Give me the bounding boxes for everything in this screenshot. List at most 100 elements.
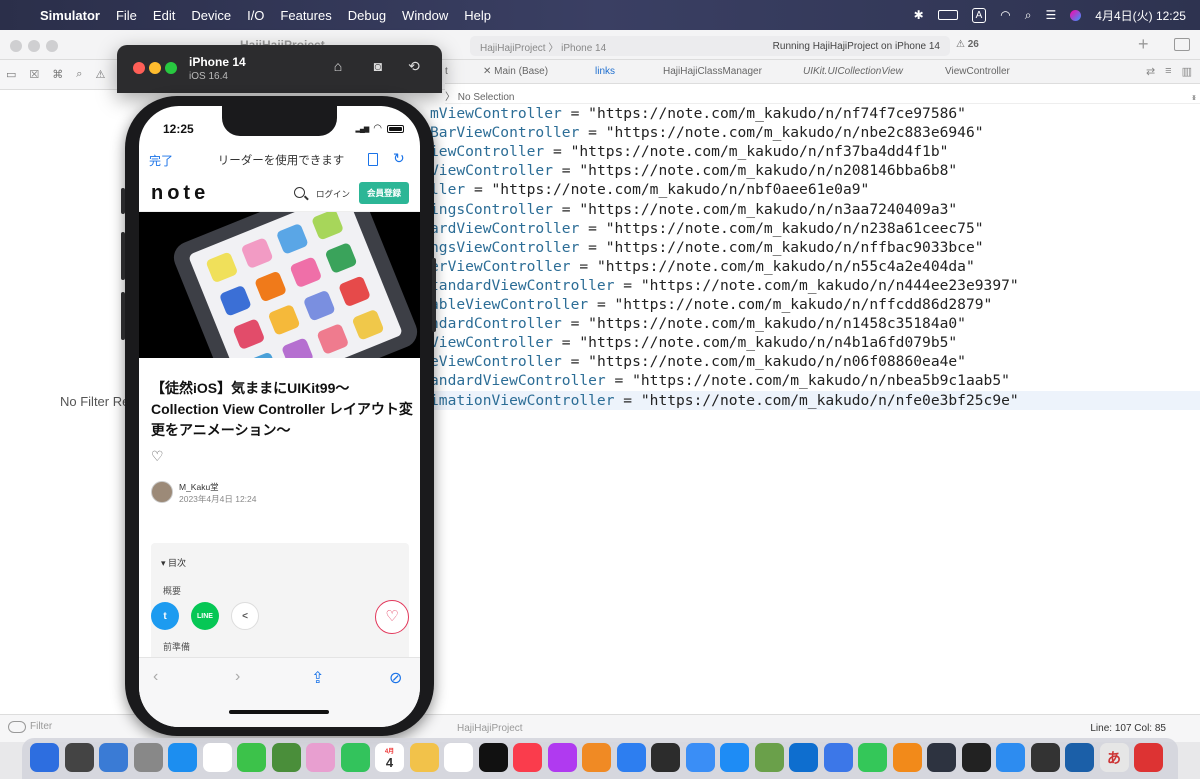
dock-app-icon[interactable] [685, 743, 715, 772]
close-simulator-button[interactable] [133, 62, 145, 74]
reader-icon[interactable] [368, 153, 378, 166]
signup-button[interactable]: 会員登録 [359, 182, 409, 204]
dock-app-icon[interactable] [547, 743, 577, 772]
like-heart-icon[interactable]: ♡ [151, 448, 164, 465]
code-line[interactable]: ableViewController = "https://note.com/m… [430, 295, 1200, 314]
warning-count[interactable]: ⚠ 26 [956, 39, 979, 50]
menu-io[interactable]: I/O [239, 8, 272, 23]
tab-uicollectionview[interactable]: UIKit.UICollectionView [803, 66, 903, 77]
dock-app-icon[interactable] [651, 743, 680, 772]
code-editor[interactable]: mViewController = "https://note.com/m_ka… [430, 104, 1200, 714]
code-line[interactable]: ller = "https://note.com/m_kakudo/n/nbf0… [430, 180, 1200, 199]
login-link[interactable]: ログイン [316, 188, 350, 200]
rotate-icon[interactable]: ⟲ [405, 58, 423, 76]
home-indicator[interactable] [229, 710, 329, 714]
author-avatar[interactable] [151, 481, 173, 503]
dock-app-icon[interactable] [789, 743, 818, 772]
dock-app-icon[interactable] [754, 743, 784, 772]
twitter-share-icon[interactable]: t [151, 602, 179, 630]
forward-icon[interactable]: › [235, 668, 240, 686]
menu-file[interactable]: File [108, 8, 145, 23]
side-button[interactable] [432, 258, 436, 332]
japanese-input-dock-icon[interactable]: あ [1099, 743, 1129, 772]
inspector-toggle-icon[interactable] [1174, 38, 1190, 51]
mute-switch[interactable] [121, 188, 125, 214]
dock-app-icon[interactable] [582, 743, 611, 772]
menu-help[interactable]: Help [456, 8, 499, 23]
dock-app-icon[interactable] [996, 743, 1025, 772]
note-logo[interactable]: note [151, 182, 209, 205]
tab-hajihaji-class-manager[interactable]: HajiHajiClassManager [663, 66, 762, 77]
menu-edit[interactable]: Edit [145, 8, 183, 23]
code-line[interactable]: erViewController = "https://note.com/m_k… [430, 257, 1200, 276]
add-library-icon[interactable]: + [1138, 34, 1149, 55]
dock-app-icon[interactable] [444, 743, 473, 772]
dock-app-icon[interactable] [133, 743, 163, 772]
zoom-window-button[interactable] [46, 40, 58, 52]
zoom-simulator-button[interactable] [165, 62, 177, 74]
dock-app-icon[interactable] [237, 743, 266, 772]
filter-input[interactable]: Filter [30, 721, 52, 732]
dock-app-icon[interactable] [168, 743, 197, 772]
volume-down-button[interactable] [121, 292, 125, 340]
volume-up-button[interactable] [121, 232, 125, 280]
code-line[interactable]: ardViewController = "https://note.com/m_… [430, 219, 1200, 238]
next-issue-icon[interactable]: › [1192, 90, 1196, 104]
author-name[interactable]: M_Kaku堂 [179, 481, 219, 493]
menu-app-name[interactable]: Simulator [34, 8, 108, 23]
minimize-simulator-button[interactable] [149, 62, 161, 74]
dock-app-icon[interactable] [961, 743, 991, 772]
code-line[interactable]: ViewController = "https://note.com/m_kak… [430, 161, 1200, 180]
share-icon[interactable]: < [231, 602, 259, 630]
tab-main-base[interactable]: ✕ Main (Base) [483, 66, 548, 77]
code-line[interactable]: ingsController = "https://note.com/m_kak… [430, 200, 1200, 219]
siri-icon[interactable] [1070, 9, 1082, 21]
reader-available-label[interactable]: リーダーを使用できます [211, 152, 351, 168]
home-icon[interactable]: ⌂ [329, 58, 347, 76]
share-sheet-icon[interactable]: ⇪ [311, 668, 324, 688]
toc-heading[interactable]: ▾ 目次 [161, 556, 186, 569]
code-line[interactable]: ngsViewController = "https://note.com/m_… [430, 238, 1200, 257]
screenshot-icon[interactable]: ◙ [369, 58, 387, 76]
dock-app-icon[interactable] [99, 743, 128, 772]
line-share-icon[interactable]: LINE [191, 602, 219, 630]
search-icon[interactable] [294, 187, 305, 198]
dock-app-icon[interactable] [513, 743, 542, 772]
dock-app-icon[interactable] [1065, 743, 1094, 772]
tab-links[interactable]: links [595, 66, 615, 77]
control-center-icon[interactable]: ☰ [1046, 8, 1057, 22]
dock-app-icon[interactable] [892, 743, 922, 772]
dock-app-icon[interactable] [409, 743, 439, 772]
spotlight-search-icon[interactable]: ⌕ [1025, 8, 1032, 23]
dock-app-icon[interactable] [616, 743, 646, 772]
wifi-icon[interactable]: ◠ [1000, 8, 1010, 22]
minimize-window-button[interactable] [28, 40, 40, 52]
scheme-activity-bar[interactable]: HajiHajiProject 〉 iPhone 14 Running Haji… [470, 36, 950, 56]
tab-viewcontroller[interactable]: ViewController [945, 66, 1010, 77]
menu-features[interactable]: Features [272, 8, 339, 23]
jump-bar-selection[interactable]: 〉 No Selection [445, 88, 514, 103]
menu-clock[interactable]: 4月4日(火) 12:25 [1095, 7, 1186, 24]
calendar-dock-icon[interactable]: 4月 4 [375, 743, 404, 772]
code-line[interactable]: ViewController = "https://note.com/m_kak… [430, 333, 1200, 352]
folder-icon[interactable]: ▭ [6, 68, 16, 81]
dock-app-icon[interactable] [30, 743, 59, 772]
reload-icon[interactable]: ↻ [393, 150, 405, 167]
menu-debug[interactable]: Debug [340, 8, 394, 23]
done-button[interactable]: 完了 [149, 152, 173, 169]
code-line[interactable]: BarViewController = "https://note.com/m_… [430, 123, 1200, 142]
scheme-target[interactable]: HajiHajiProject 〉 iPhone 14 [470, 39, 660, 54]
dock-app-icon[interactable] [1030, 743, 1060, 772]
dock-app-icon[interactable] [927, 743, 956, 772]
back-icon[interactable]: ‹ [153, 668, 158, 686]
dock-app-icon[interactable] [478, 743, 508, 772]
dock-app-icon[interactable] [340, 743, 370, 772]
dock-app-icon[interactable] [858, 743, 887, 772]
symbol-navigator-icon[interactable]: ⌘ [52, 68, 63, 81]
swap-arrows-icon[interactable]: ⇄ [1146, 65, 1155, 78]
dock-app-icon[interactable] [823, 743, 853, 772]
dock-app-icon[interactable] [306, 743, 335, 772]
add-editor-icon[interactable]: ▥ [1182, 65, 1192, 78]
code-line[interactable]: iewController = "https://note.com/m_kaku… [430, 142, 1200, 161]
bluetooth-icon[interactable]: ✱ [914, 8, 924, 22]
